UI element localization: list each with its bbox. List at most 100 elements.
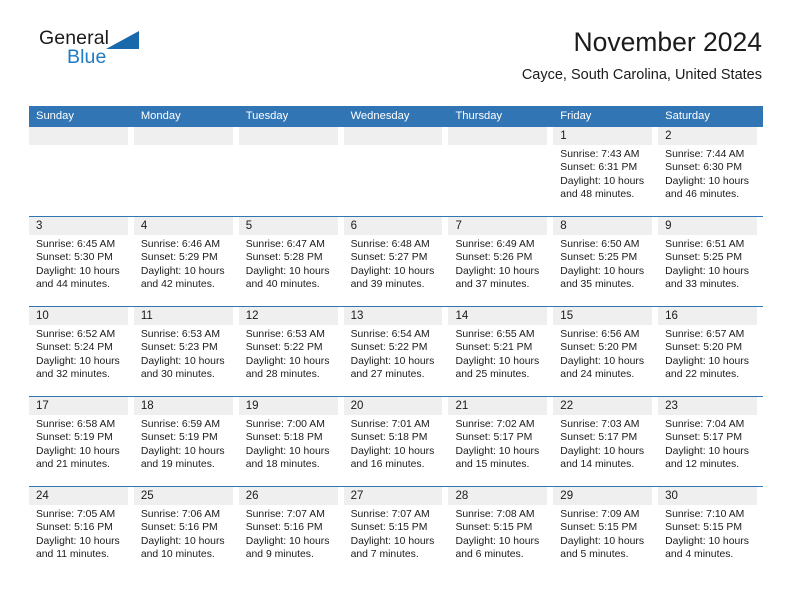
day-cell[interactable]: 26 Sunrise: 7:07 AM Sunset: 5:16 PM Dayl… <box>238 487 344 576</box>
day-number: 13 <box>343 307 443 325</box>
day-cell[interactable]: 18 Sunrise: 6:59 AM Sunset: 5:19 PM Dayl… <box>133 397 239 486</box>
page-title: November 2024 <box>573 27 762 57</box>
day-cell[interactable]: 6 Sunrise: 6:48 AM Sunset: 5:27 PM Dayli… <box>343 217 449 306</box>
day-cell[interactable]: 9 Sunrise: 6:51 AM Sunset: 5:25 PM Dayli… <box>658 217 764 306</box>
day-sun-info: Sunrise: 7:07 AM Sunset: 5:15 PM Dayligh… <box>350 509 435 561</box>
day-cell[interactable]: 22 Sunrise: 7:03 AM Sunset: 5:17 PM Dayl… <box>553 397 659 486</box>
weekday-header-friday: Friday <box>560 110 592 122</box>
day-number: 28 <box>448 487 548 505</box>
day-number: 6 <box>343 217 443 235</box>
day-cell[interactable]: 19 Sunrise: 7:00 AM Sunset: 5:18 PM Dayl… <box>238 397 344 486</box>
day-number: 12 <box>238 307 338 325</box>
day-sun-info: Sunrise: 7:00 AM Sunset: 5:18 PM Dayligh… <box>245 419 330 471</box>
calendar-week-row: 10 Sunrise: 6:52 AM Sunset: 5:24 PM Dayl… <box>29 306 764 396</box>
day-number: 9 <box>658 217 758 235</box>
day-cell[interactable]: 13 Sunrise: 6:54 AM Sunset: 5:22 PM Dayl… <box>343 307 449 396</box>
day-cell[interactable] <box>343 127 449 216</box>
weekday-header-wednesday: Wednesday <box>350 110 410 122</box>
day-sun-info <box>344 145 443 148</box>
day-sun-info: Sunrise: 7:07 AM Sunset: 5:16 PM Dayligh… <box>245 509 330 561</box>
calendar-week-row: 3 Sunrise: 6:45 AM Sunset: 5:30 PM Dayli… <box>29 216 764 306</box>
day-cell[interactable] <box>29 127 134 216</box>
day-cell[interactable] <box>448 127 554 216</box>
day-cell[interactable]: 17 Sunrise: 6:58 AM Sunset: 5:19 PM Dayl… <box>29 397 134 486</box>
day-number: 11 <box>133 307 233 325</box>
day-cell[interactable]: 4 Sunrise: 6:46 AM Sunset: 5:29 PM Dayli… <box>133 217 239 306</box>
day-cell[interactable]: 28 Sunrise: 7:08 AM Sunset: 5:15 PM Dayl… <box>448 487 554 576</box>
day-sun-info: Sunrise: 6:56 AM Sunset: 5:20 PM Dayligh… <box>560 329 645 381</box>
day-cell[interactable]: 12 Sunrise: 6:53 AM Sunset: 5:22 PM Dayl… <box>238 307 344 396</box>
day-sun-info: Sunrise: 6:57 AM Sunset: 5:20 PM Dayligh… <box>665 329 749 381</box>
day-number: 5 <box>238 217 338 235</box>
day-cell[interactable]: 8 Sunrise: 6:50 AM Sunset: 5:25 PM Dayli… <box>553 217 659 306</box>
day-sun-info <box>29 145 128 148</box>
day-number <box>133 127 233 145</box>
day-number: 23 <box>658 397 758 415</box>
day-number: 26 <box>238 487 338 505</box>
day-cell[interactable]: 5 Sunrise: 6:47 AM Sunset: 5:28 PM Dayli… <box>238 217 344 306</box>
day-number: 29 <box>553 487 653 505</box>
day-cell[interactable]: 3 Sunrise: 6:45 AM Sunset: 5:30 PM Dayli… <box>29 217 134 306</box>
day-cell[interactable]: 30 Sunrise: 7:10 AM Sunset: 5:15 PM Dayl… <box>658 487 764 576</box>
day-sun-info: Sunrise: 7:03 AM Sunset: 5:17 PM Dayligh… <box>560 419 645 471</box>
day-sun-info: Sunrise: 7:05 AM Sunset: 5:16 PM Dayligh… <box>36 509 120 561</box>
day-sun-info: Sunrise: 6:53 AM Sunset: 5:22 PM Dayligh… <box>245 329 330 381</box>
calendar-week-row: 1 Sunrise: 7:43 AM Sunset: 6:31 PM Dayli… <box>29 126 764 216</box>
day-sun-info: Sunrise: 6:59 AM Sunset: 5:19 PM Dayligh… <box>140 419 225 471</box>
day-cell[interactable]: 11 Sunrise: 6:53 AM Sunset: 5:23 PM Dayl… <box>133 307 239 396</box>
day-cell[interactable]: 15 Sunrise: 6:56 AM Sunset: 5:20 PM Dayl… <box>553 307 659 396</box>
day-sun-info: Sunrise: 6:54 AM Sunset: 5:22 PM Dayligh… <box>350 329 435 381</box>
day-cell[interactable]: 25 Sunrise: 7:06 AM Sunset: 5:16 PM Dayl… <box>133 487 239 576</box>
day-number: 3 <box>29 217 128 235</box>
day-cell[interactable]: 14 Sunrise: 6:55 AM Sunset: 5:21 PM Dayl… <box>448 307 554 396</box>
day-number: 21 <box>448 397 548 415</box>
day-sun-info: Sunrise: 6:46 AM Sunset: 5:29 PM Dayligh… <box>140 239 225 291</box>
day-number <box>238 127 338 145</box>
day-sun-info: Sunrise: 6:53 AM Sunset: 5:23 PM Dayligh… <box>140 329 225 381</box>
day-cell[interactable]: 16 Sunrise: 6:57 AM Sunset: 5:20 PM Dayl… <box>658 307 764 396</box>
day-cell[interactable] <box>133 127 239 216</box>
logo-text-blue: Blue <box>67 46 107 68</box>
page-subtitle: Cayce, South Carolina, United States <box>521 67 762 83</box>
day-number: 17 <box>29 397 128 415</box>
day-cell[interactable]: 1 Sunrise: 7:43 AM Sunset: 6:31 PM Dayli… <box>553 127 659 216</box>
day-number: 27 <box>343 487 443 505</box>
day-number: 4 <box>133 217 233 235</box>
day-number: 10 <box>29 307 128 325</box>
day-number: 22 <box>553 397 653 415</box>
day-sun-info: Sunrise: 6:48 AM Sunset: 5:27 PM Dayligh… <box>350 239 435 291</box>
weekday-header-monday: Monday <box>140 110 181 122</box>
weekday-header-row: Sunday Monday Tuesday Wednesday Thursday… <box>29 106 763 126</box>
calendar-grid: Sunday Monday Tuesday Wednesday Thursday… <box>29 106 764 576</box>
day-sun-info: Sunrise: 7:10 AM Sunset: 5:15 PM Dayligh… <box>665 509 749 561</box>
day-cell[interactable]: 24 Sunrise: 7:05 AM Sunset: 5:16 PM Dayl… <box>29 487 134 576</box>
day-number: 18 <box>133 397 233 415</box>
weekday-header-sunday: Sunday <box>36 110 74 122</box>
day-number: 30 <box>658 487 758 505</box>
day-cell[interactable]: 2 Sunrise: 7:44 AM Sunset: 6:30 PM Dayli… <box>658 127 764 216</box>
day-cell[interactable]: 29 Sunrise: 7:09 AM Sunset: 5:15 PM Dayl… <box>553 487 659 576</box>
day-sun-info: Sunrise: 7:01 AM Sunset: 5:18 PM Dayligh… <box>350 419 435 471</box>
day-cell[interactable]: 21 Sunrise: 7:02 AM Sunset: 5:17 PM Dayl… <box>448 397 554 486</box>
day-cell[interactable]: 23 Sunrise: 7:04 AM Sunset: 5:17 PM Dayl… <box>658 397 764 486</box>
day-number <box>448 127 548 145</box>
calendar-page: General Blue November 2024 Cayce, South … <box>0 0 792 612</box>
day-number: 2 <box>658 127 758 145</box>
day-number: 7 <box>448 217 548 235</box>
general-blue-logo[interactable]: General Blue <box>39 27 159 73</box>
day-cell[interactable] <box>238 127 344 216</box>
day-cell[interactable]: 20 Sunrise: 7:01 AM Sunset: 5:18 PM Dayl… <box>343 397 449 486</box>
day-cell[interactable]: 7 Sunrise: 6:49 AM Sunset: 5:26 PM Dayli… <box>448 217 554 306</box>
weekday-header-thursday: Thursday <box>455 110 503 122</box>
day-sun-info: Sunrise: 7:43 AM Sunset: 6:31 PM Dayligh… <box>560 149 645 201</box>
calendar-week-row: 17 Sunrise: 6:58 AM Sunset: 5:19 PM Dayl… <box>29 396 764 486</box>
day-cell[interactable]: 10 Sunrise: 6:52 AM Sunset: 5:24 PM Dayl… <box>29 307 134 396</box>
day-cell[interactable]: 27 Sunrise: 7:07 AM Sunset: 5:15 PM Dayl… <box>343 487 449 576</box>
day-sun-info <box>448 145 547 148</box>
day-number: 8 <box>553 217 653 235</box>
day-sun-info: Sunrise: 7:04 AM Sunset: 5:17 PM Dayligh… <box>665 419 749 471</box>
day-sun-info: Sunrise: 6:58 AM Sunset: 5:19 PM Dayligh… <box>36 419 120 471</box>
day-sun-info: Sunrise: 6:49 AM Sunset: 5:26 PM Dayligh… <box>455 239 540 291</box>
day-number: 14 <box>448 307 548 325</box>
day-sun-info: Sunrise: 7:44 AM Sunset: 6:30 PM Dayligh… <box>665 149 749 201</box>
